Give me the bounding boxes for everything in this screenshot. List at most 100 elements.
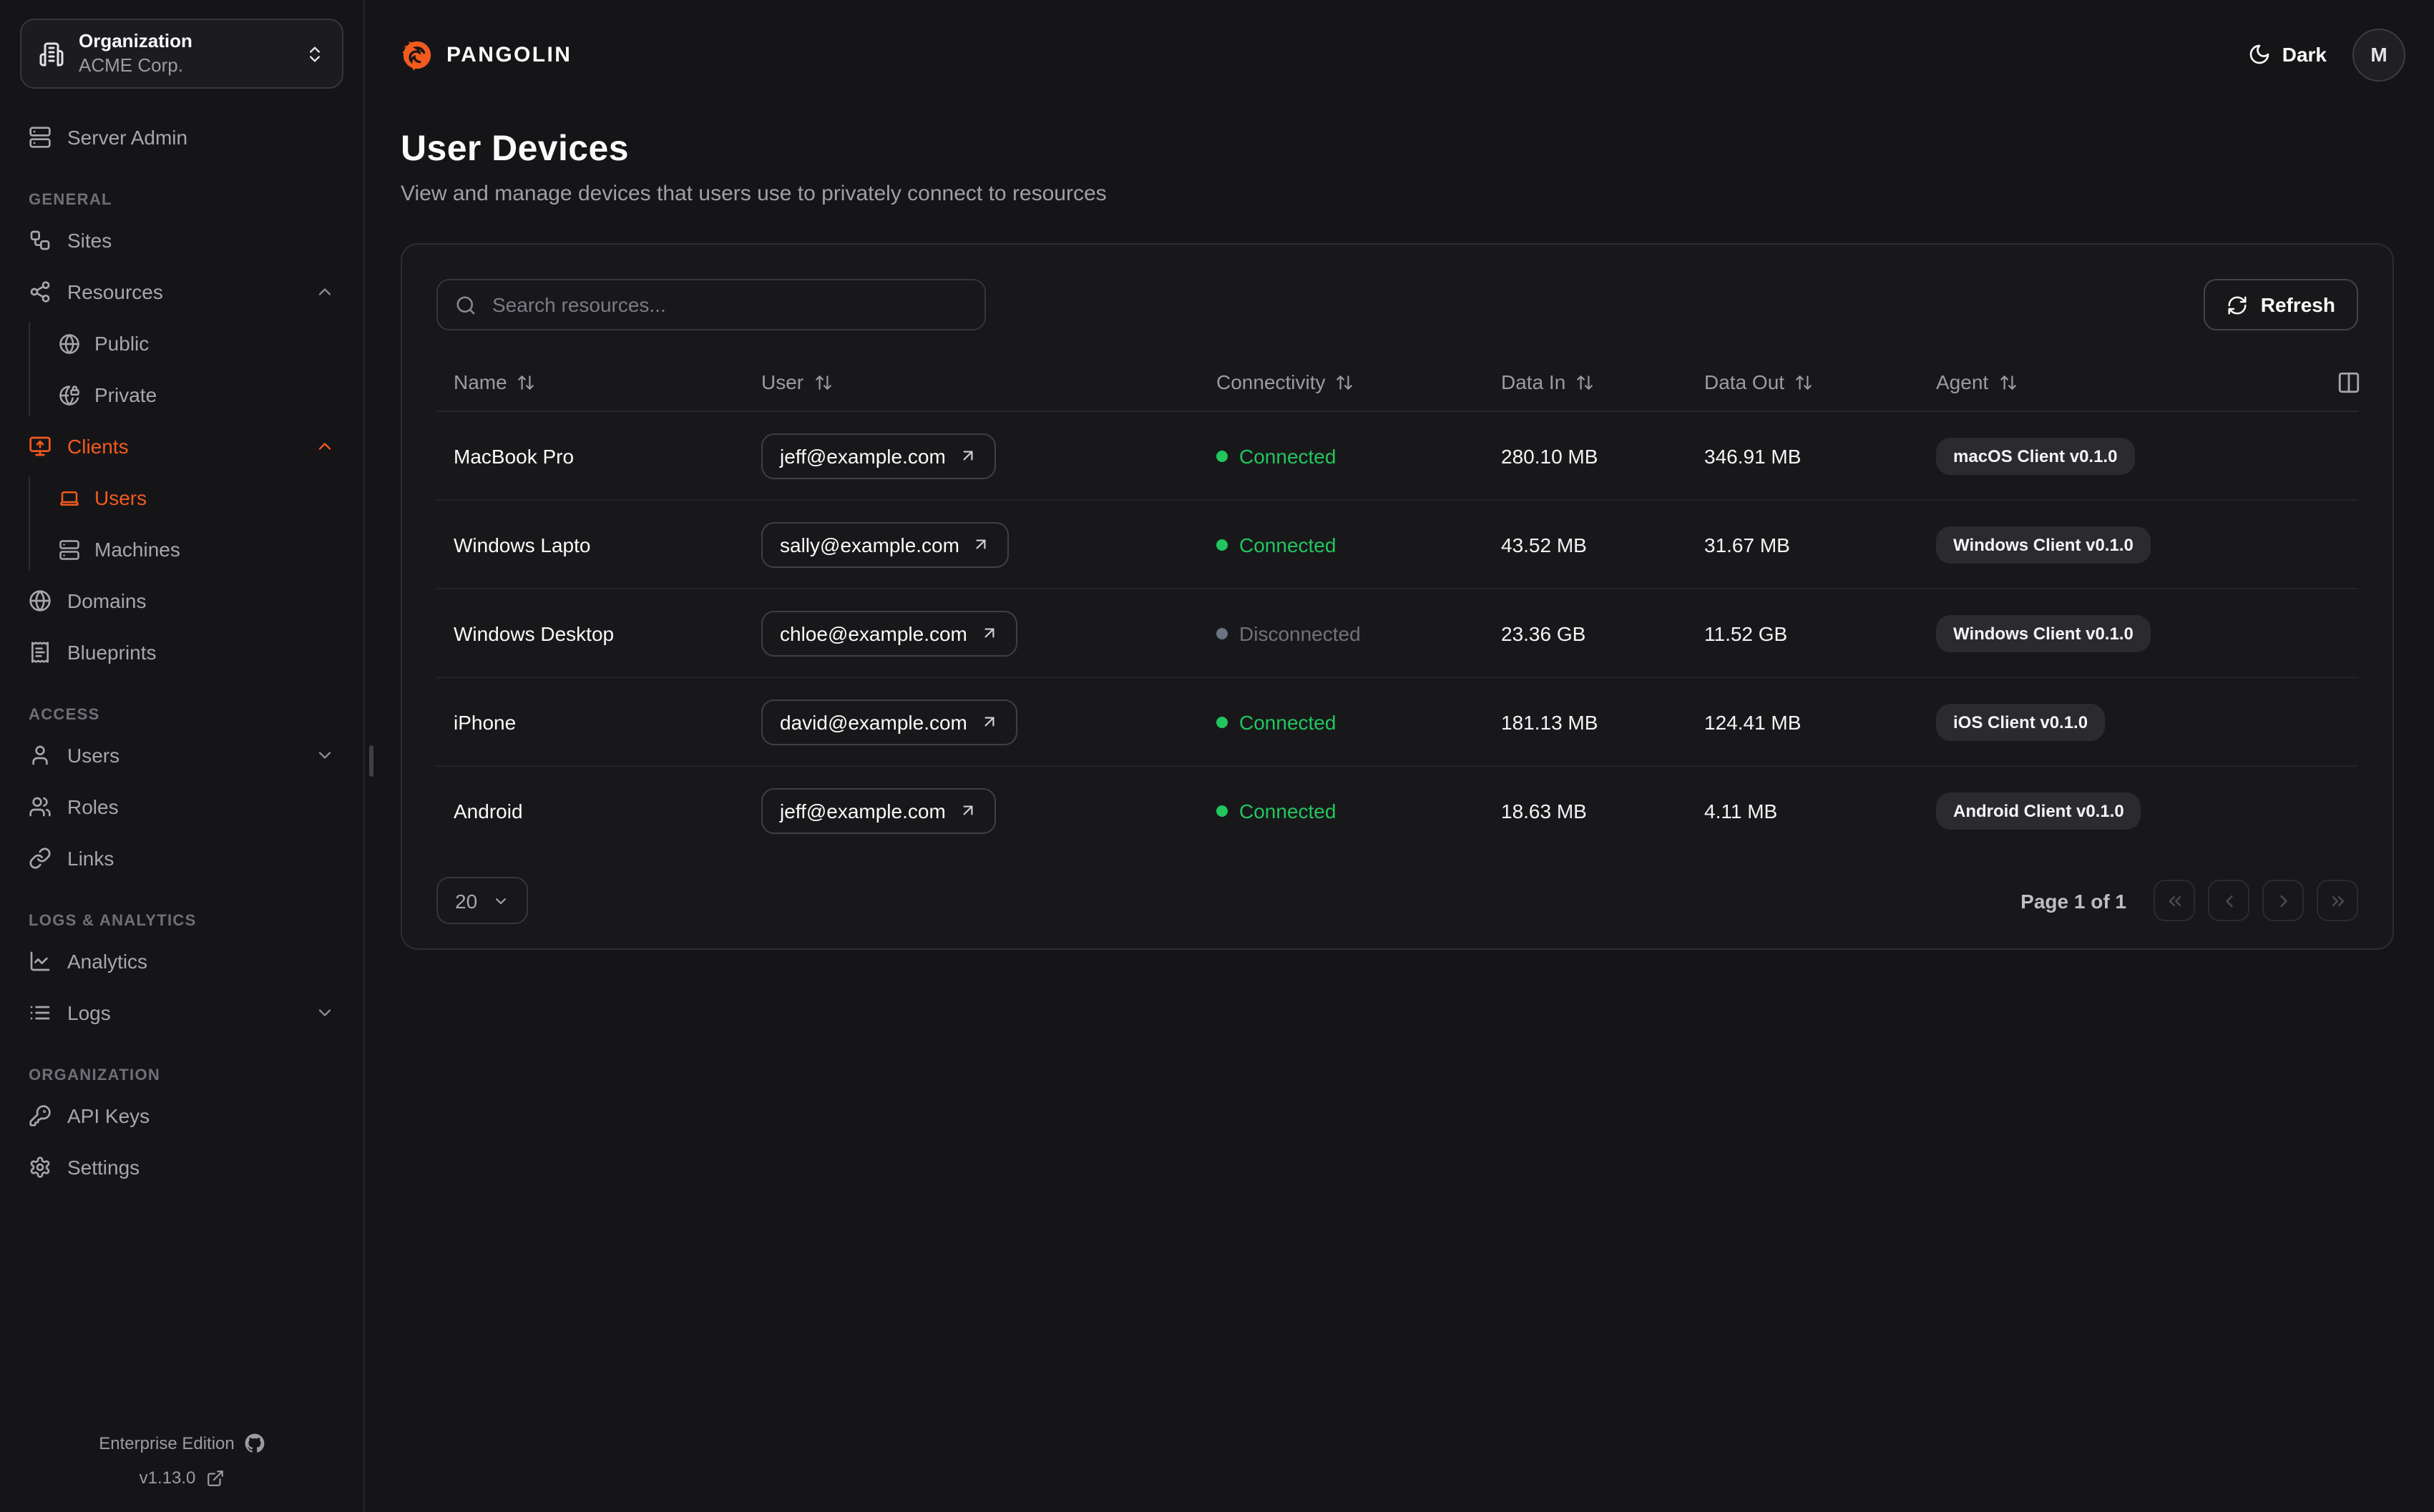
chevrons-right-icon (2331, 895, 2344, 905)
brand[interactable]: PANGOLIN (401, 38, 572, 71)
status-label: Connected (1239, 710, 1336, 733)
sidebar-item-private[interactable]: Private (0, 369, 363, 421)
refresh-button[interactable]: Refresh (2203, 279, 2358, 330)
user-link-chip[interactable]: david@example.com (761, 699, 1017, 745)
sidebar-item-links[interactable]: Links (0, 833, 363, 884)
column-header-name[interactable]: Name (436, 370, 744, 393)
page-size-select[interactable]: 20 (436, 877, 528, 924)
user-email: jeff@example.com (780, 444, 946, 467)
column-label: Data In (1501, 370, 1566, 393)
theme-label: Dark (2282, 43, 2327, 66)
data-out: 31.67 MB (1704, 533, 1790, 556)
chevrons-left-icon (2168, 895, 2181, 905)
pagination-controls: Page 1 of 1 (2020, 880, 2358, 921)
sidebar-item-public[interactable]: Public (0, 318, 363, 369)
section-label-general: GENERAL (29, 192, 112, 209)
columns-icon (2338, 371, 2360, 393)
sidebar-item-resources[interactable]: Resources (0, 266, 363, 318)
agent-badge: Windows Client v0.1.0 (1936, 614, 2151, 652)
sidebar-item-blueprints[interactable]: Blueprints (0, 627, 363, 678)
sidebar-item-settings[interactable]: Settings (0, 1142, 363, 1193)
table-row: iPhone david@example.com Connected 181.1… (436, 678, 2358, 767)
chevron-right-icon (2279, 894, 2287, 907)
topbar: PANGOLIN Dark M (365, 0, 2434, 109)
sidebar-item-api-keys[interactable]: API Keys (0, 1090, 363, 1142)
chevron-down-icon (318, 752, 331, 759)
topbar-right: Dark M (2248, 28, 2405, 81)
sort-icon (518, 375, 534, 389)
pagination-bar: 20 Page 1 of 1 (436, 877, 2358, 924)
chevron-left-icon (2225, 894, 2232, 907)
edition-label: Enterprise Edition (99, 1433, 235, 1453)
page-info: Page 1 of 1 (2020, 889, 2126, 912)
version-line[interactable]: v1.13.0 (0, 1461, 363, 1495)
sidebar-item-analytics[interactable]: Analytics (0, 936, 363, 987)
theme-toggle[interactable]: Dark (2248, 43, 2327, 66)
sidebar-resize-handle[interactable] (369, 745, 373, 777)
monitor-up-icon (29, 436, 51, 456)
search-input[interactable] (489, 292, 967, 318)
resources-children: Public Private (0, 318, 363, 421)
app: Organization ACME Corp. Server Admin GEN… (0, 0, 2434, 1512)
sidebar-item-clients[interactable]: Clients (0, 421, 363, 472)
sidebar-item-roles[interactable]: Roles (0, 781, 363, 833)
chart-line-icon (30, 951, 50, 971)
server-icon (29, 127, 51, 148)
moon-icon (2249, 44, 2269, 64)
column-label: Connectivity (1216, 370, 1326, 393)
table-row: Windows Desktop chloe@example.com Discon… (436, 589, 2358, 678)
receipt-icon (31, 642, 49, 663)
user-link-chip[interactable]: jeff@example.com (761, 433, 996, 478)
device-name: Windows Lapto (454, 533, 591, 556)
column-label: Data Out (1704, 370, 1785, 393)
next-page-button[interactable] (2262, 880, 2304, 921)
column-header-user[interactable]: User (744, 370, 1199, 393)
prev-page-button[interactable] (2208, 880, 2249, 921)
sort-icon (815, 375, 831, 389)
org-selector[interactable]: Organization ACME Corp. (20, 19, 343, 89)
sidebar: Organization ACME Corp. Server Admin GEN… (0, 0, 365, 1512)
sidebar-item-server-admin[interactable]: Server Admin (0, 112, 363, 163)
edition-line[interactable]: Enterprise Edition (0, 1426, 363, 1461)
sidebar-item-sites[interactable]: Sites (0, 215, 363, 266)
user-link-chip[interactable]: jeff@example.com (761, 787, 996, 833)
sidebar-item-logs[interactable]: Logs (0, 987, 363, 1039)
data-in: 43.52 MB (1501, 533, 1587, 556)
first-page-button[interactable] (2154, 880, 2195, 921)
agent-cell: Android Client v0.1.0 (1919, 792, 2320, 829)
sidebar-item-domains[interactable]: Domains (0, 575, 363, 627)
columns-toggle-button[interactable] (2337, 370, 2361, 394)
sort-icon (1796, 375, 1812, 389)
column-header-connectivity[interactable]: Connectivity (1199, 370, 1484, 393)
table-row: MacBook Pro jeff@example.com Connected 2… (436, 412, 2358, 501)
arrow-up-right-icon (984, 628, 994, 638)
sidebar-item-label: Users (67, 744, 120, 767)
status-dot (1216, 539, 1228, 550)
refresh-label: Refresh (2260, 293, 2335, 316)
device-name: Windows Desktop (454, 622, 615, 644)
agent-cell: iOS Client v0.1.0 (1919, 703, 2320, 740)
sidebar-item-label: Settings (67, 1156, 140, 1179)
status-badge: Connected (1216, 799, 1467, 822)
sidebar-item-client-users[interactable]: Users (0, 472, 363, 524)
status-dot (1216, 450, 1228, 461)
arrow-up-right-icon (963, 805, 973, 815)
column-header-agent[interactable]: Agent (1919, 370, 2320, 393)
avatar[interactable]: M (2352, 28, 2405, 81)
last-page-button[interactable] (2317, 880, 2358, 921)
user-link-chip[interactable]: chloe@example.com (761, 610, 1017, 656)
data-out: 124.41 MB (1704, 710, 1802, 733)
column-header-data-out[interactable]: Data Out (1687, 370, 1919, 393)
sort-icon (1336, 375, 1353, 389)
search-box (436, 279, 986, 330)
org-label: Organization (79, 30, 192, 52)
column-label: Name (454, 370, 507, 393)
gear-icon (30, 1157, 50, 1178)
data-in: 181.13 MB (1501, 710, 1598, 733)
user-link-chip[interactable]: sally@example.com (761, 521, 1010, 567)
status-dot (1216, 805, 1228, 816)
sidebar-item-client-machines[interactable]: Machines (0, 524, 363, 575)
sidebar-item-users[interactable]: Users (0, 730, 363, 781)
sidebar-item-label: Private (94, 383, 157, 406)
column-header-data-in[interactable]: Data In (1484, 370, 1687, 393)
